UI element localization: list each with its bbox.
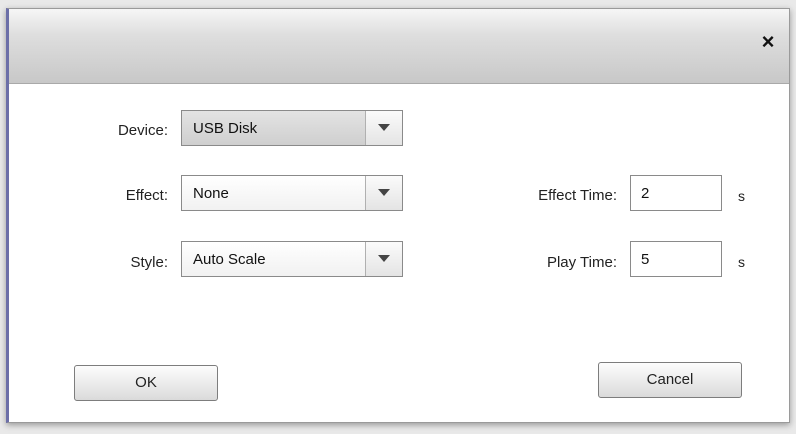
effect-dropdown-button[interactable]: [365, 176, 402, 210]
chevron-down-icon: [378, 124, 390, 131]
chevron-down-icon: [378, 255, 390, 262]
effect-select[interactable]: None: [181, 175, 403, 211]
play-time-unit: s: [738, 254, 745, 270]
device-label: Device:: [117, 122, 168, 139]
effect-select-value: None: [193, 185, 229, 202]
play-time-label: Play Time:: [546, 254, 617, 271]
device-select[interactable]: USB Disk: [181, 110, 403, 146]
style-select[interactable]: Auto Scale: [181, 241, 403, 277]
effect-time-unit: s: [738, 188, 745, 204]
device-select-value: USB Disk: [193, 120, 258, 137]
effect-time-input[interactable]: [630, 175, 722, 211]
chevron-down-icon: [378, 189, 390, 196]
effect-label: Effect:: [125, 187, 168, 204]
title-bar[interactable]: ×: [9, 9, 789, 84]
device-dropdown-button[interactable]: [365, 111, 402, 145]
style-select-value: Auto Scale: [193, 251, 266, 268]
settings-dialog: × Device: USB Disk Effect: None Style: A…: [6, 8, 790, 423]
style-label: Style:: [130, 254, 168, 271]
effect-time-label: Effect Time:: [538, 187, 617, 204]
play-time-input[interactable]: [630, 241, 722, 277]
style-dropdown-button[interactable]: [365, 242, 402, 276]
cancel-button[interactable]: Cancel: [598, 362, 742, 398]
ok-button[interactable]: OK: [74, 365, 218, 401]
close-icon[interactable]: ×: [755, 29, 781, 55]
